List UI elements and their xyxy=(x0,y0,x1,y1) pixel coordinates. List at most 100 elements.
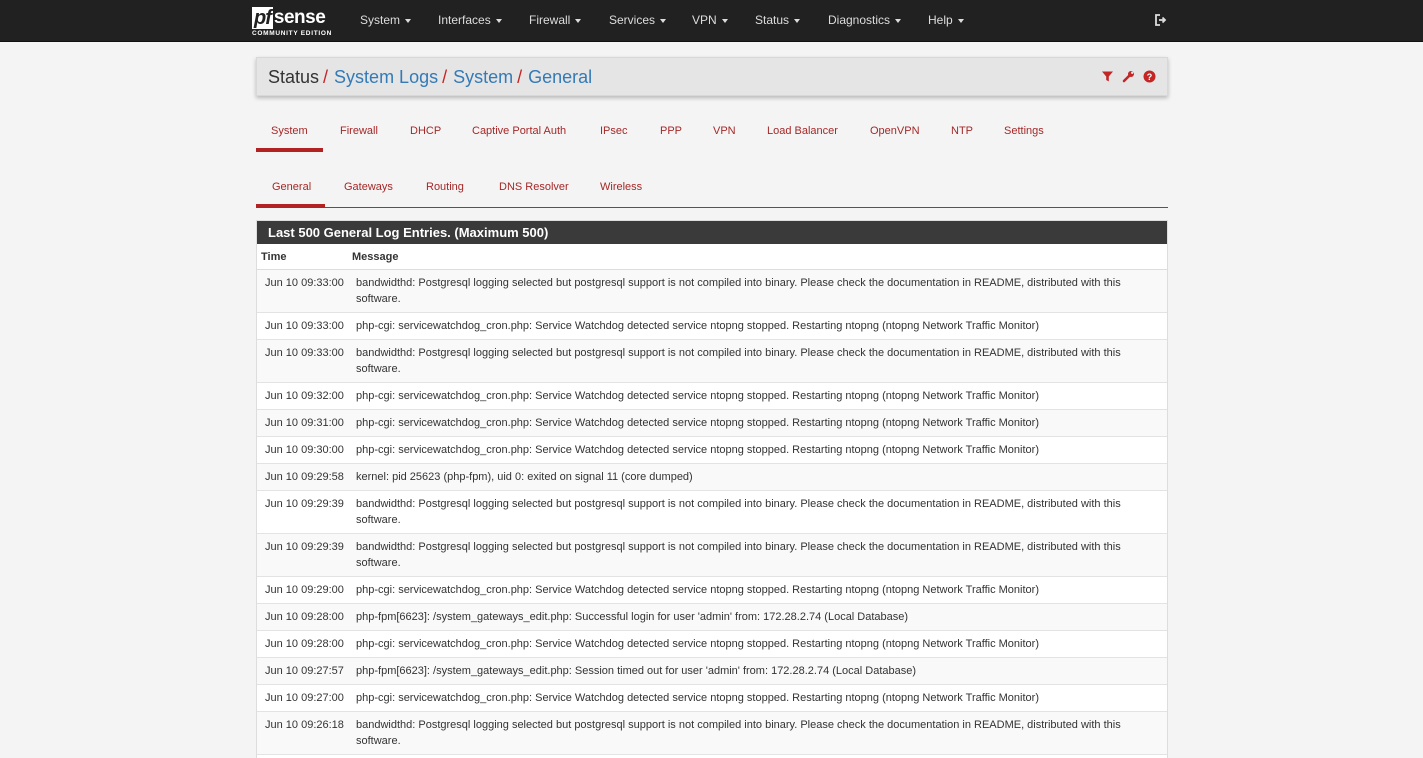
tab-dns-resolver[interactable]: DNS Resolver xyxy=(499,170,569,208)
tab-wireless[interactable]: Wireless xyxy=(600,170,642,208)
log-row: Jun 10 09:27:00 php-cgi: servicewatchdog_… xyxy=(257,685,1167,712)
log-time: Jun 10 09:28:00 xyxy=(265,638,344,650)
nav-menu-system[interactable]: System xyxy=(360,0,412,42)
caret-down-icon xyxy=(957,18,964,23)
filter-icon[interactable] xyxy=(1101,70,1114,83)
log-message: bandwidthd: Postgresql logging selected … xyxy=(356,277,1121,305)
log-row: Jun 10 09:29:39 bandwidthd: Postgresql lo… xyxy=(257,491,1167,534)
log-time: Jun 10 09:29:58 xyxy=(265,471,344,483)
tab-ppp[interactable]: PPP xyxy=(660,114,682,152)
tab-dhcp[interactable]: DHCP xyxy=(410,114,441,152)
log-time: Jun 10 09:33:00 xyxy=(265,277,344,289)
log-time: Jun 10 09:33:00 xyxy=(265,320,344,332)
log-message: php-fpm[6623]: /system_gateways_edit.php… xyxy=(356,665,917,677)
log-time: Jun 10 09:26:18 xyxy=(265,719,344,731)
log-message: bandwidthd: Postgresql logging selected … xyxy=(356,347,1121,375)
breadcrumb-separator: / xyxy=(323,67,329,87)
top-navbar: pf sense COMMUNITY EDITION System Interfa… xyxy=(0,0,1423,42)
log-row: Jun 10 09:29:58 kernel: pid 25623 (php-fp… xyxy=(257,464,1167,491)
log-row: Jun 10 09:33:00 php-cgi: servicewatchdog_… xyxy=(257,313,1167,340)
caret-down-icon xyxy=(495,18,502,23)
log-time: Jun 10 09:32:00 xyxy=(265,390,344,402)
log-time: Jun 10 09:27:00 xyxy=(265,692,344,704)
log-time: Jun 10 09:30:00 xyxy=(265,444,344,456)
logo-edition: COMMUNITY EDITION xyxy=(252,30,333,37)
nav-menu-services[interactable]: Services xyxy=(609,0,667,42)
caret-down-icon xyxy=(794,18,801,23)
pfsense-logo[interactable]: pf sense COMMUNITY EDITION xyxy=(252,5,338,39)
log-time: Jun 10 09:33:00 xyxy=(265,347,344,359)
log-message: php-cgi: servicewatchdog_cron.php: Servi… xyxy=(356,444,1039,456)
breadcrumb-separator: / xyxy=(442,67,448,87)
log-message: php-fpm[6623]: /system_gateways_edit.php… xyxy=(356,611,909,623)
breadcrumb-system-logs[interactable]: System Logs xyxy=(334,67,438,87)
nav-menu-firewall[interactable]: Firewall xyxy=(529,0,582,42)
column-header-time: Time xyxy=(261,251,287,263)
tab-vpn[interactable]: VPN xyxy=(713,114,736,152)
column-header-message: Message xyxy=(352,251,399,263)
tab-gateways[interactable]: Gateways xyxy=(344,170,393,208)
caret-down-icon xyxy=(721,18,728,23)
tab-settings[interactable]: Settings xyxy=(1004,114,1044,152)
log-row: Jun 10 09:32:00 php-cgi: servicewatchdog_… xyxy=(257,383,1167,410)
log-table-header: Time Message xyxy=(257,244,1167,270)
log-row: Jun 10 09:28:00 php-fpm[6623]: /system_ga… xyxy=(257,604,1167,631)
log-time: Jun 10 09:31:00 xyxy=(265,417,344,429)
system-log-subtabs: General Gateways Routing DNS Resolver Wi… xyxy=(256,170,1168,208)
log-message: php-cgi: servicewatchdog_cron.php: Servi… xyxy=(356,390,1039,402)
nav-menu-help[interactable]: Help xyxy=(928,0,964,42)
log-message: bandwidthd: Postgresql logging selected … xyxy=(356,541,1121,569)
log-message: php-cgi: servicewatchdog_cron.php: Servi… xyxy=(356,320,1039,332)
log-category-tabs: System Firewall DHCP Captive Portal Auth… xyxy=(256,114,1168,152)
log-message: php-cgi: servicewatchdog_cron.php: Servi… xyxy=(356,692,1039,704)
nav-menu-vpn[interactable]: VPN xyxy=(692,0,728,42)
log-row: Jun 10 09:27:57 php-fpm[6623]: /system_ga… xyxy=(257,658,1167,685)
breadcrumb-separator: / xyxy=(517,67,523,87)
tab-ntp[interactable]: NTP xyxy=(951,114,973,152)
tab-general[interactable]: General xyxy=(256,170,325,208)
tab-captive-portal-auth[interactable]: Captive Portal Auth xyxy=(472,114,566,152)
log-message: bandwidthd: Postgresql logging selected … xyxy=(356,498,1121,526)
caret-down-icon xyxy=(895,18,902,23)
breadcrumb-status: Status xyxy=(268,67,320,87)
tab-load-balancer[interactable]: Load Balancer xyxy=(767,114,838,152)
nav-menu-interfaces[interactable]: Interfaces xyxy=(438,0,502,42)
logo-sense: sense xyxy=(273,7,326,28)
nav-menu-diagnostics[interactable]: Diagnostics xyxy=(828,0,902,42)
log-message: kernel: pid 25623 (php-fpm), uid 0: exit… xyxy=(356,471,693,483)
breadcrumb-general[interactable]: General xyxy=(528,67,592,87)
tab-system[interactable]: System xyxy=(256,114,323,152)
caret-down-icon xyxy=(405,18,412,23)
log-panel-heading: Last 500 General Log Entries. (Maximum 5… xyxy=(257,221,1167,244)
log-message: php-cgi: servicewatchdog_cron.php: Servi… xyxy=(356,638,1039,650)
log-row: Jun 10 09:26:18 bandwidthd: Postgresql lo… xyxy=(257,712,1167,755)
logo-pf: pf xyxy=(252,7,273,29)
log-row: Jun 10 09:29:39 bandwidthd: Postgresql lo… xyxy=(257,534,1167,577)
wrench-icon[interactable] xyxy=(1122,70,1135,83)
log-row: Jun 10 09:33:00 bandwidthd: Postgresql lo… xyxy=(257,340,1167,383)
log-message: php-cgi: servicewatchdog_cron.php: Servi… xyxy=(356,584,1039,596)
tab-firewall[interactable]: Firewall xyxy=(340,114,378,152)
log-time: Jun 10 09:29:00 xyxy=(265,584,344,596)
tab-routing[interactable]: Routing xyxy=(426,170,464,208)
log-row: Jun 10 09:31:00 php-cgi: servicewatchdog_… xyxy=(257,410,1167,437)
log-message: bandwidthd: Postgresql logging selected … xyxy=(356,719,1121,747)
tab-openvpn[interactable]: OpenVPN xyxy=(870,114,920,152)
log-row: Jun 10 09:29:00 php-cgi: servicewatchdog_… xyxy=(257,577,1167,604)
log-row: Jun 10 09:30:00 php-cgi: servicewatchdog_… xyxy=(257,437,1167,464)
log-time: Jun 10 09:27:57 xyxy=(265,665,344,677)
sign-out-icon[interactable] xyxy=(1154,13,1168,27)
breadcrumb: Status / System Logs / System / General ? xyxy=(256,57,1168,96)
log-entries-panel: Last 500 General Log Entries. (Maximum 5… xyxy=(256,220,1168,758)
log-time: Jun 10 09:28:00 xyxy=(265,611,344,623)
nav-menu-status[interactable]: Status xyxy=(755,0,801,42)
svg-text:?: ? xyxy=(1147,72,1153,82)
log-time: Jun 10 09:29:39 xyxy=(265,541,344,553)
log-time: Jun 10 09:29:39 xyxy=(265,498,344,510)
log-row: Jun 10 09:33:00 bandwidthd: Postgresql lo… xyxy=(257,270,1167,313)
log-row: Jun 10 09:28:00 php-cgi: servicewatchdog_… xyxy=(257,631,1167,658)
log-message: php-cgi: servicewatchdog_cron.php: Servi… xyxy=(356,417,1039,429)
breadcrumb-system[interactable]: System xyxy=(453,67,513,87)
tab-ipsec[interactable]: IPsec xyxy=(600,114,628,152)
question-circle-icon[interactable]: ? xyxy=(1143,70,1156,83)
